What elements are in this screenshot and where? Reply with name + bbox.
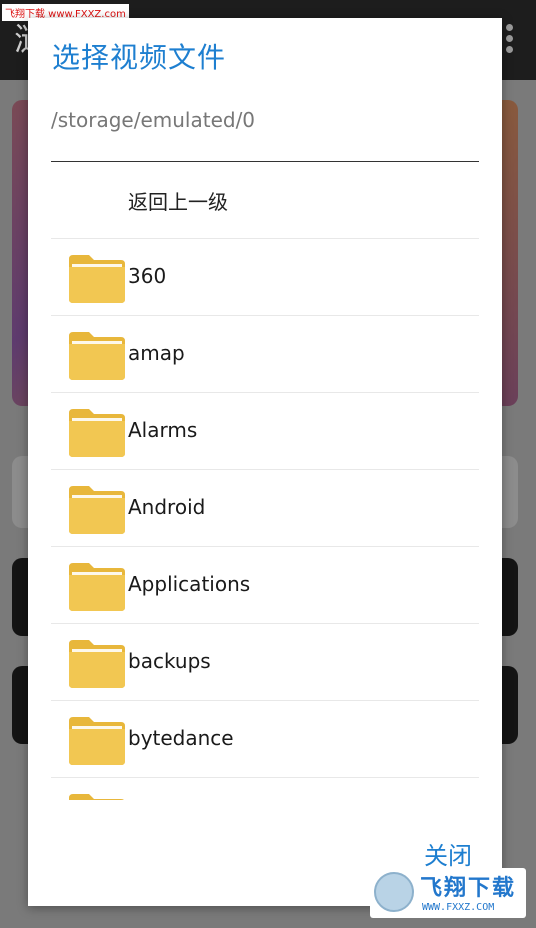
folder-name: Android [128,495,206,519]
list-item[interactable]: 360 [51,239,479,316]
folder-icon [69,561,125,611]
folder-icon [69,715,125,765]
close-button[interactable]: 关闭 [424,836,472,871]
list-item[interactable]: bytedance [51,701,479,778]
list-item[interactable]: backups [51,624,479,701]
logo-url: WWW.FXXZ.COM [422,902,495,913]
folder-name: backups [128,649,211,673]
current-path: /storage/emulated/0 [51,108,256,132]
file-picker-dialog: 选择视频文件 /storage/emulated/0 返回上一级 360 amap… [28,18,502,906]
folder-name: 360 [128,264,167,288]
more-options-icon [506,24,514,57]
folder-name: Applications [128,572,251,596]
site-logo: 飞翔下载 WWW.FXXZ.COM [370,868,526,918]
logo-icon [374,872,414,912]
list-item[interactable]: Applications [51,547,479,624]
logo-text: 飞翔下载 [420,876,517,901]
folder-icon [69,638,125,688]
list-item[interactable]: Alarms [51,393,479,470]
list-item[interactable]: amap [51,316,479,393]
folder-icon [69,253,125,303]
parent-directory-item[interactable]: 返回上一级 [51,162,479,239]
folder-icon [69,484,125,534]
folder-icon [69,407,125,457]
dialog-title: 选择视频文件 [52,41,227,74]
folder-icon [69,792,125,800]
folder-name: bytedance [128,726,234,750]
parent-directory-label: 返回上一级 [128,190,228,214]
file-list[interactable]: 返回上一级 360 amap Alarms Android Applications ba… [51,162,479,800]
list-item[interactable]: bdh_52cn_0 [51,778,479,800]
list-item[interactable]: Android [51,470,479,547]
folder-name: amap [128,341,185,365]
folder-icon [69,330,125,380]
folder-name: Alarms [128,418,198,442]
